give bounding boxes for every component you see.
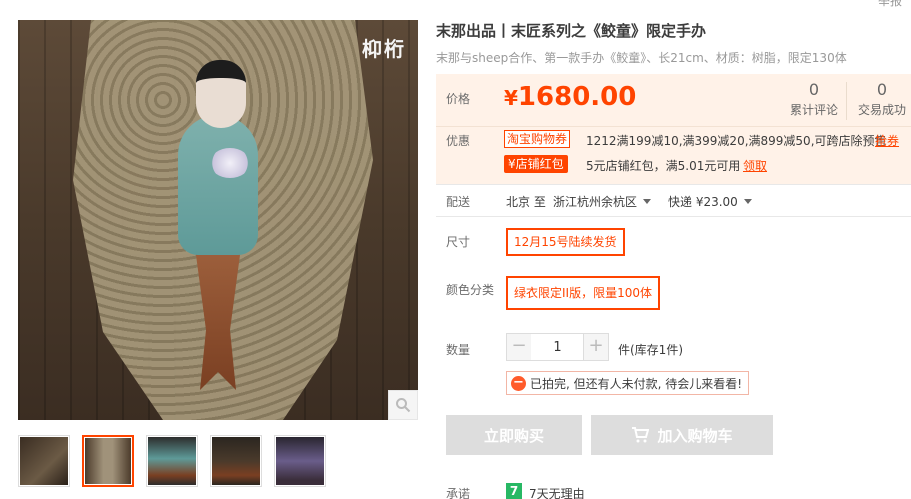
thumbnail[interactable] xyxy=(18,435,70,487)
quantity-label: 数量 xyxy=(446,343,471,357)
product-main-image[interactable]: 枊桁 xyxy=(18,20,418,420)
size-label: 尺寸 xyxy=(446,235,471,249)
warning-text: 已拍完, 但还有人未付款, 待会儿来看看! xyxy=(530,376,743,391)
report-link[interactable]: 举报 xyxy=(878,0,902,9)
coupon-text: 1212满199减10,满399减20,满899减50,可跨店除预售 xyxy=(586,134,887,148)
redpack-tag-label: 店铺红包 xyxy=(515,157,564,171)
store-redpack-tag: ¥店铺红包 xyxy=(504,155,568,173)
price-value: ¥1680.00 xyxy=(504,82,636,112)
size-option[interactable]: 12月15号陆续发货 xyxy=(506,228,625,256)
divider xyxy=(846,82,847,120)
grab-coupon-link[interactable]: 抢券 xyxy=(875,132,899,149)
promise-text[interactable]: 7天无理由 xyxy=(529,485,585,499)
shipping-from: 北京 至 xyxy=(506,195,546,209)
shipping-destination: 浙江杭州余杭区 xyxy=(553,195,638,209)
quantity-decrease-button[interactable]: − xyxy=(506,333,532,361)
lotus-flower xyxy=(210,148,250,178)
promise-label: 承诺 xyxy=(446,487,471,499)
buy-now-label: 立即购买 xyxy=(483,426,544,445)
quantity-increase-button[interactable]: + xyxy=(583,333,609,361)
sales-stat: 0 交易成功 xyxy=(852,80,911,118)
figure-head xyxy=(196,60,246,128)
figure-body xyxy=(178,115,258,255)
thumbnail-strip xyxy=(18,435,326,487)
stock-info: 件(库存1件) xyxy=(618,343,683,357)
shipping-destination-select[interactable]: 浙江杭州余杭区 xyxy=(553,193,652,210)
shipping-label: 配送 xyxy=(446,195,471,209)
sold-out-warning: − 已拍完, 但还有人未付款, 待会儿来看看! xyxy=(506,371,750,395)
zoom-button[interactable] xyxy=(388,390,418,420)
thumbnail[interactable] xyxy=(274,435,326,487)
reviews-count: 0 xyxy=(808,80,820,99)
color-option[interactable]: 绿衣限定II版，限量100体 xyxy=(506,276,660,310)
currency-symbol: ¥ xyxy=(504,86,518,110)
shipping-method-select[interactable]: 快递 ¥23.00 xyxy=(668,193,752,210)
brand-logo: 枊桁 xyxy=(362,37,406,61)
divider xyxy=(436,126,911,127)
add-to-cart-button[interactable]: 加入购物车 xyxy=(591,415,773,455)
product-title: 末那出品丨末匠系列之《鲛童》限定手办 xyxy=(436,22,707,40)
magnifier-icon xyxy=(396,398,411,413)
thumbnail-active[interactable] xyxy=(82,435,134,487)
cart-icon xyxy=(632,427,650,443)
sales-count: 0 xyxy=(876,80,888,99)
reviews-label: 累计评论 xyxy=(789,103,838,117)
color-label: 颜色分类 xyxy=(446,283,495,297)
price-label: 价格 xyxy=(446,92,471,106)
buy-now-button[interactable]: 立即购买 xyxy=(446,415,582,455)
shipping-method: 快递 ¥23.00 xyxy=(668,195,738,209)
seven-day-return-icon: 7 xyxy=(506,483,522,499)
promo-label: 优惠 xyxy=(446,134,471,148)
quantity-input[interactable] xyxy=(531,333,584,361)
coupon-tag: 淘宝购物券 xyxy=(504,130,571,148)
sales-label: 交易成功 xyxy=(857,103,906,117)
add-to-cart-label: 加入购物车 xyxy=(657,426,733,445)
chevron-down-icon xyxy=(743,199,752,204)
product-subtitle: 末那与sheep合作、第一款手办《鲛童》、长21cm、材质：树脂，限定130体 xyxy=(436,51,847,65)
divider xyxy=(436,184,911,185)
price-panel: 价格 ¥1680.00 0 累计评论 0 交易成功 优惠 淘宝购物券 1212满… xyxy=(436,74,911,184)
thumbnail[interactable] xyxy=(146,435,198,487)
claim-redpack-link[interactable]: 领取 xyxy=(743,157,767,174)
thumbnail[interactable] xyxy=(210,435,262,487)
minus-circle-icon: − xyxy=(511,375,526,391)
price-amount: 1680.00 xyxy=(517,82,637,112)
redpack-text: 5元店铺红包，满5.01元可用 xyxy=(586,159,741,173)
divider xyxy=(436,216,911,217)
chevron-down-icon xyxy=(643,199,652,204)
reviews-stat[interactable]: 0 累计评论 xyxy=(784,80,844,118)
